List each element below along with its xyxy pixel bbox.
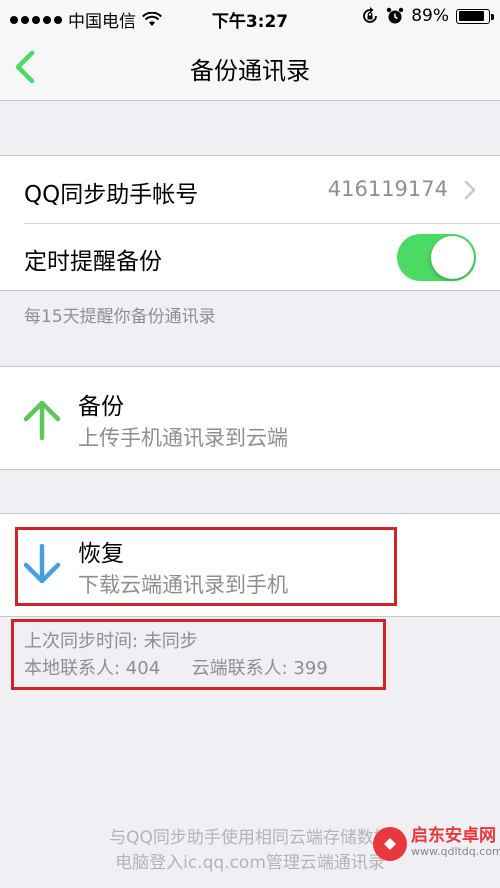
account-row[interactable]: QQ同步助手帐号 416119174 xyxy=(0,156,500,223)
alarm-clock-icon xyxy=(387,7,404,24)
restore-highlight-box xyxy=(15,527,397,606)
reminder-label: 定时提醒备份 xyxy=(24,249,162,275)
rotation-lock-icon xyxy=(363,7,378,23)
watermark-name: 启东安卓网 xyxy=(411,826,496,846)
reminder-note: 每15天提醒你备份通讯录 xyxy=(24,307,216,327)
watermark-logo-icon xyxy=(373,827,407,861)
backup-subtitle: 上传手机通讯录到云端 xyxy=(78,426,288,450)
reminder-row: 定时提醒备份 xyxy=(0,223,500,290)
backup-title: 备份 xyxy=(78,394,124,420)
battery-fill xyxy=(458,11,485,21)
watermark-url: www.qdltdq.com xyxy=(411,845,500,858)
status-bar: 中国电信 下午3:27 89% xyxy=(0,0,500,34)
sync-info-highlight-box xyxy=(11,619,386,690)
account-value: 416119174 xyxy=(327,177,448,201)
watermark-text: 启东安卓网 www.qdltdq.com xyxy=(411,828,500,860)
chevron-right-icon xyxy=(464,180,476,200)
backup-group: 备份 上传手机通讯录到云端 xyxy=(0,366,500,470)
page-title: 备份通讯录 xyxy=(190,57,310,85)
battery-icon xyxy=(456,8,494,24)
backup-button[interactable]: 备份 上传手机通讯录到云端 xyxy=(0,367,500,469)
watermark: 启东安卓网 www.qdltdq.com xyxy=(373,827,500,861)
arrow-up-icon xyxy=(23,400,61,440)
navigation-bar: 备份通讯录 xyxy=(0,34,500,101)
battery-percent: 89% xyxy=(411,6,449,26)
settings-group: QQ同步助手帐号 416119174 定时提醒备份 xyxy=(0,155,500,291)
account-label: QQ同步助手帐号 xyxy=(24,182,199,208)
reminder-toggle[interactable] xyxy=(397,234,476,281)
status-right: 89% xyxy=(361,6,494,26)
toggle-knob xyxy=(431,236,474,279)
